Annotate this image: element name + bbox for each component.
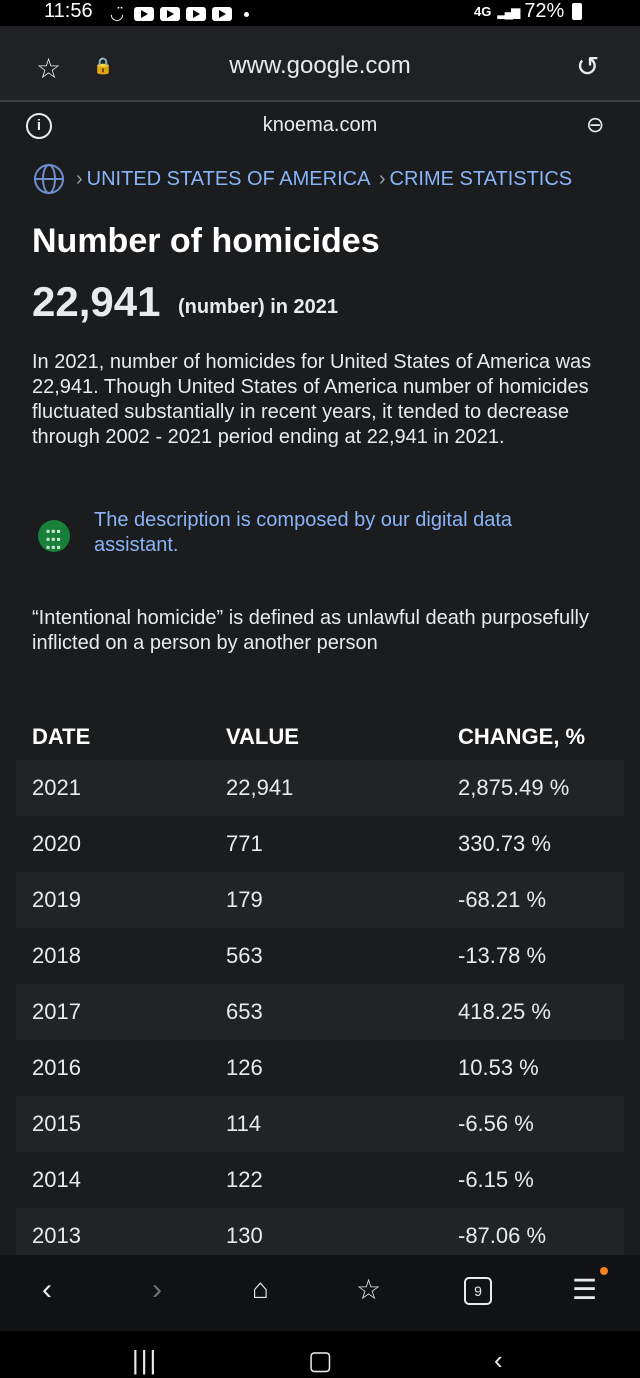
globe-icon — [34, 164, 64, 194]
cell-date: 2021 — [32, 775, 81, 800]
description-text: In 2021, number of homicides for United … — [32, 351, 592, 448]
data-table-body: 2021 22,941 2,875.49 % 2020 771 330.73 %… — [16, 760, 624, 1264]
cell-date: 2016 — [32, 1055, 81, 1080]
cell-value: 22,941 — [226, 775, 294, 800]
cell-change: 418.25 % — [458, 999, 551, 1024]
bookmarks-icon[interactable]: ☆ — [356, 1273, 381, 1306]
cell-date: 2014 — [32, 1167, 81, 1192]
cell-value: 130 — [226, 1223, 263, 1248]
tabs-button[interactable]: 9 — [464, 1277, 492, 1305]
cell-change: 330.73 % — [458, 831, 551, 856]
cell-value: 114 — [226, 1111, 262, 1136]
status-time: 11:56 — [44, 0, 93, 22]
forward-icon[interactable]: › — [152, 1273, 162, 1307]
headline-unit: (number) in 2021 — [178, 296, 339, 318]
signal-icon: ▂▄▆ — [497, 4, 520, 19]
cell-value: 122 — [226, 1167, 263, 1192]
cell-value: 771 — [226, 831, 263, 856]
cell-value: 563 — [226, 943, 263, 968]
youtube-icon — [185, 7, 206, 21]
table-row: 2021 22,941 2,875.49 % — [16, 760, 624, 816]
lock-icon[interactable]: 🔒 — [93, 56, 113, 76]
cell-date: 2013 — [32, 1223, 81, 1248]
cell-change: -6.15 % — [458, 1167, 534, 1192]
home-nav-icon[interactable]: ▢ — [308, 1345, 333, 1376]
breadcrumb: › UNITED STATES OF AMERICA › CRIME STATIST… — [72, 168, 572, 191]
headline-value: 22,941 — [32, 278, 161, 325]
cell-value: 653 — [226, 999, 263, 1024]
table-header: DATE VALUE CHANGE, % — [16, 716, 624, 756]
menu-icon[interactable]: ☰ — [572, 1273, 597, 1306]
table-row: 2017 653 418.25 % — [16, 984, 624, 1040]
table-row: 2014 122 -6.15 % — [16, 1152, 624, 1208]
table-row: 2015 114 -6.56 % — [16, 1096, 624, 1152]
link-icon[interactable]: ⊖ — [586, 112, 604, 138]
status-right: 4G ▂▄▆ 72% — [474, 0, 583, 23]
cell-value: 179 — [226, 887, 263, 912]
youtube-icon — [159, 7, 180, 21]
cell-change: -68.21 % — [458, 887, 547, 912]
breadcrumb-item-country[interactable]: UNITED STATES OF AMERICA — [87, 168, 370, 190]
system-nav-bar: ||| ▢ ‹ — [0, 1331, 640, 1378]
table-row: 2019 179 -68.21 % — [16, 872, 624, 928]
reload-icon[interactable]: ↺ — [576, 50, 599, 83]
cell-change: -6.56 % — [458, 1111, 534, 1136]
chevron-right-icon: › — [378, 168, 386, 190]
assistant-note-link[interactable]: The description is composed by our digit… — [94, 508, 594, 558]
youtube-icon — [211, 7, 232, 21]
cell-change: -13.78 % — [458, 943, 547, 968]
status-bar: 11:56 ◡̈ 4G ▂▄▆ 72% — [0, 0, 640, 26]
site-domain[interactable]: knoema.com — [0, 114, 640, 137]
cell-value: 126 — [226, 1055, 263, 1080]
cell-date: 2015 — [32, 1111, 81, 1136]
column-header-change: CHANGE, % — [458, 724, 586, 749]
cell-date: 2019 — [32, 887, 81, 912]
cell-date: 2020 — [32, 831, 81, 856]
menu-badge-dot — [600, 1267, 608, 1275]
page-title: Number of homicides — [32, 222, 380, 260]
breadcrumb-item-topic[interactable]: CRIME STATISTICS — [390, 168, 573, 190]
battery-level: 72% — [524, 0, 565, 22]
battery-icon — [572, 3, 583, 20]
column-header-date: DATE — [32, 724, 91, 749]
cell-date: 2017 — [32, 999, 81, 1024]
column-header-value: VALUE — [226, 724, 299, 749]
recents-icon[interactable]: ||| — [132, 1345, 158, 1376]
definition-text: “Intentional homicide” is defined as unl… — [32, 607, 590, 654]
address-bar: www.google.com ☆ 🔒 ↺ — [0, 26, 640, 102]
bookmark-star-icon[interactable]: ☆ — [36, 52, 61, 85]
info-icon[interactable]: i — [26, 113, 52, 139]
table-row: 2016 126 10.53 % — [16, 1040, 624, 1096]
amp-site-bar: knoema.com i ⊖ — [0, 102, 640, 148]
data-assistant-icon: ▪▪▪ ▪▪▪ ▪▪▪ — [38, 520, 70, 553]
more-notifications-icon — [243, 11, 249, 17]
notification-icons: ◡̈ — [110, 4, 249, 24]
cell-date: 2018 — [32, 943, 81, 968]
browser-toolbar: ‹ › ⌂ ☆ 9 ☰ — [0, 1255, 640, 1331]
back-nav-icon[interactable]: ‹ — [494, 1345, 503, 1376]
cell-change: 2,875.49 % — [458, 775, 570, 800]
table-row: 2020 771 330.73 % — [16, 816, 624, 872]
table-row: 2018 563 -13.78 % — [16, 928, 624, 984]
home-icon[interactable]: ⌂ — [252, 1273, 269, 1305]
youtube-icon — [133, 7, 154, 21]
chevron-right-icon: › — [76, 168, 83, 190]
cell-change: -87.06 % — [458, 1223, 547, 1248]
smile-icon: ◡̈ — [110, 6, 124, 23]
back-icon[interactable]: ‹ — [42, 1273, 52, 1307]
cell-change: 10.53 % — [458, 1055, 539, 1080]
network-type: 4G — [474, 4, 492, 19]
